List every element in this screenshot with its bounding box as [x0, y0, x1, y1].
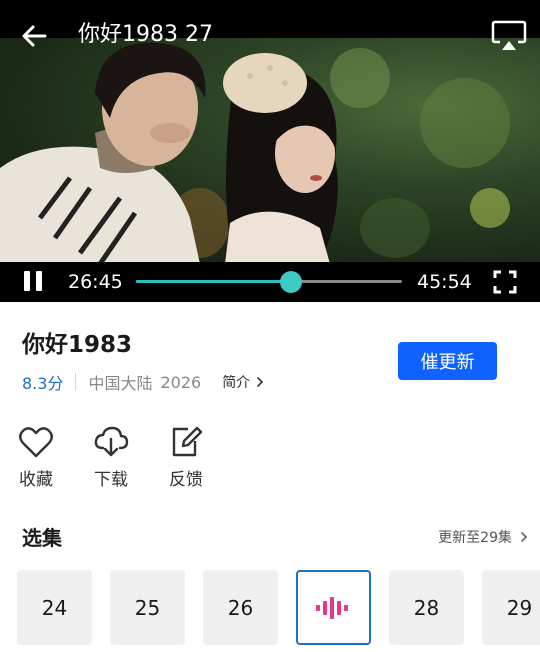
episodes-heading: 选集: [22, 526, 62, 550]
feedback-label: 反馈: [169, 470, 203, 490]
episode-tile[interactable]: 29: [482, 570, 540, 645]
episode-tile[interactable]: 26: [203, 570, 278, 645]
episode-tile[interactable]: 25: [110, 570, 185, 645]
episode-number: 24: [41, 595, 68, 620]
progress-fill: [136, 280, 292, 283]
back-arrow-icon: [22, 25, 47, 47]
favorite-button[interactable]: 收藏: [11, 425, 61, 491]
intro-link[interactable]: 简介: [222, 372, 264, 392]
episode-tile-playing[interactable]: [296, 570, 371, 645]
favorite-label: 收藏: [19, 470, 53, 490]
episode-number: 26: [227, 595, 254, 620]
episode-tile[interactable]: 24: [17, 570, 92, 645]
episode-tile[interactable]: 28: [389, 570, 464, 645]
show-title: 你好1983: [22, 332, 133, 358]
pause-icon: [24, 271, 30, 291]
scene-illustration: [0, 42, 338, 264]
meta-divider: [75, 373, 77, 391]
episode-update-status: 更新至29集: [438, 530, 512, 546]
cast-button[interactable]: [490, 18, 528, 52]
player-controls: 26:45 45:54: [0, 262, 540, 302]
show-meta: 8.3分 中国大陆 2026 简介: [22, 370, 264, 394]
chevron-right-icon: [257, 376, 264, 388]
cloud-download-icon: [94, 426, 129, 457]
intro-label: 简介: [222, 375, 251, 391]
cast-icon: [491, 20, 527, 50]
urge-update-button[interactable]: 催更新: [398, 342, 497, 380]
video-player[interactable]: 你好1983 27 26:45 45:54: [0, 0, 540, 302]
progress-slider[interactable]: [136, 271, 402, 293]
pause-button[interactable]: [22, 271, 46, 293]
video-title: 你好1983 27: [78, 22, 213, 47]
region: 中国大陆: [88, 374, 153, 393]
episode-number: 28: [413, 595, 440, 620]
episode-number: 25: [134, 595, 161, 620]
progress-thumb[interactable]: [280, 271, 303, 293]
download-label: 下载: [94, 470, 128, 490]
download-button[interactable]: 下载: [86, 425, 136, 491]
fullscreen-icon: [493, 270, 517, 294]
episode-number: 29: [506, 595, 533, 620]
video-frame[interactable]: [0, 38, 540, 264]
chevron-right-icon: [520, 531, 528, 543]
episodes-all-link[interactable]: 更新至29集: [438, 527, 528, 547]
back-button[interactable]: [18, 20, 50, 52]
total-time: 45:54: [417, 271, 472, 293]
feedback-button[interactable]: 反馈: [161, 425, 211, 491]
rating: 8.3分: [22, 374, 64, 393]
heart-icon: [19, 427, 53, 458]
year: 2026: [160, 372, 202, 392]
now-playing-bars-icon: [315, 596, 348, 619]
current-time: 26:45: [68, 271, 123, 293]
fullscreen-button[interactable]: [493, 270, 517, 294]
feedback-edit-icon: [172, 426, 203, 457]
